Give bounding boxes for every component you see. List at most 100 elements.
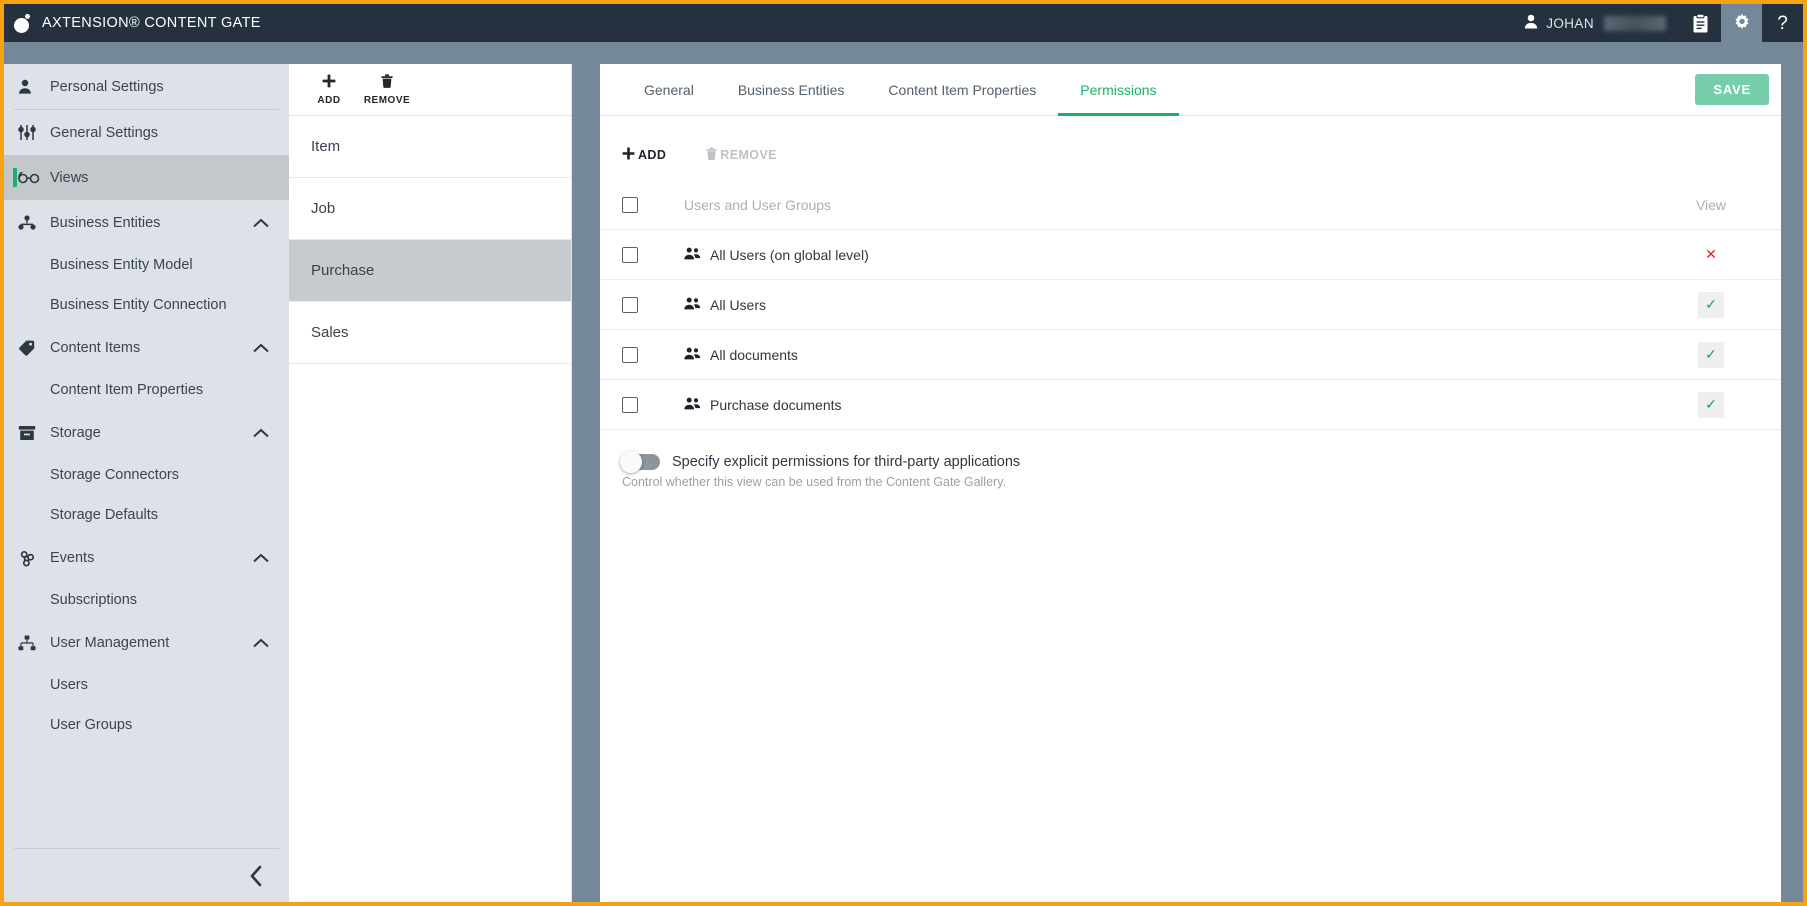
sidebar-item-general-settings[interactable]: General Settings [4,110,289,155]
permissions-section: ADD REMOVE Users and User Groups View Al… [600,116,1781,902]
row-checkbox[interactable] [622,296,638,313]
sidebar-sub-label: Subscriptions [50,592,138,608]
row-checkbox[interactable] [622,246,638,263]
row-checkbox[interactable] [622,396,638,413]
sidebar-item-business-entity-model[interactable]: Business Entity Model [4,245,289,285]
sidebar-scroll-region: Personal Settings General Settings Views… [4,64,289,848]
sidebar-item-views[interactable]: Views [4,155,289,200]
column-header-name-label: Users and User Groups [684,196,832,213]
add-view-button[interactable]: ADD [303,74,355,106]
table-row[interactable]: All Users (on global level) ✕ [600,230,1781,280]
tab-business-entities[interactable]: Business Entities [716,64,867,115]
row-select-cell [622,396,684,413]
sidebar-item-label: Views [50,169,89,186]
select-all-cell [622,196,684,213]
user-icon [1524,14,1538,32]
sidebar-item-storage-connectors[interactable]: Storage Connectors [4,455,289,495]
plus-icon [622,147,635,163]
header-actions: JOHAN ? [1514,4,1803,42]
chevron-up-icon[interactable] [253,218,269,228]
tab-label: Permissions [1080,81,1157,98]
sidebar-item-subscriptions[interactable]: Subscriptions [4,580,289,620]
third-party-toggle-label: Specify explicit permissions for third-p… [672,454,1021,470]
chevron-up-icon[interactable] [253,428,269,438]
sitemap-icon [18,635,46,651]
workspace: Personal Settings General Settings Views… [4,42,1803,902]
permission-allow-icon[interactable]: ✓ [1698,341,1724,368]
users-group-icon [684,247,701,263]
row-checkbox[interactable] [622,346,638,363]
permissions-table: Users and User Groups View All Users (on… [600,180,1781,430]
permission-allow-icon[interactable]: ✓ [1698,391,1724,418]
row-select-cell [622,296,684,313]
person-icon [18,79,46,94]
third-party-permissions-toggle[interactable] [620,451,660,473]
tab-general[interactable]: General [622,64,716,115]
trash-icon [706,147,717,163]
sidebar-sub-label: User Groups [50,717,133,733]
sidebar-item-storage[interactable]: Storage [4,410,289,455]
row-view-cell: ✕ [1641,242,1781,268]
plus-icon [322,74,336,93]
brand-area: AXTENSION® CONTENT GATE [4,13,261,33]
table-row[interactable]: All Users ✓ [600,280,1781,330]
sidebar-item-business-entity-connection[interactable]: Business Entity Connection [4,285,289,325]
row-name-cell: All documents [684,347,1641,363]
sidebar-item-user-groups[interactable]: User Groups [4,705,289,745]
add-permission-button[interactable]: ADD [622,147,666,163]
third-party-toggle-help: Control whether this view can be used fr… [622,475,1006,489]
user-menu[interactable]: JOHAN [1514,4,1680,42]
permission-deny-icon[interactable]: ✕ [1698,242,1724,268]
glasses-icon [18,171,46,184]
chevron-up-icon[interactable] [253,553,269,563]
sidebar-item-users[interactable]: Users [4,665,289,705]
tab-permissions[interactable]: Permissions [1058,64,1179,116]
sidebar-item-content-items[interactable]: Content Items [4,325,289,370]
select-all-checkbox[interactable] [622,196,638,213]
list-item-label: Item [311,138,341,155]
sidebar-sub-label: Business Entity Connection [50,297,227,313]
sidebar-item-business-entities[interactable]: Business Entities [4,200,289,245]
tab-content-item-properties[interactable]: Content Item Properties [866,64,1058,115]
list-item[interactable]: Sales [289,302,571,364]
save-button[interactable]: SAVE [1695,74,1769,105]
left-navigation-sidebar: Personal Settings General Settings Views… [4,64,289,902]
sidebar-item-user-management[interactable]: User Management [4,620,289,665]
row-select-cell [622,346,684,363]
list-item[interactable]: Job [289,178,571,240]
permission-allow-icon[interactable]: ✓ [1698,291,1724,318]
sidebar-item-label: Business Entities [50,214,161,231]
sidebar-item-personal-settings[interactable]: Personal Settings [4,64,289,109]
chevron-left-icon[interactable] [249,865,263,887]
webhook-icon [18,549,46,567]
remove-view-label: REMOVE [363,94,411,106]
users-group-icon [684,347,701,363]
sidebar-sub-label: Users [50,677,88,693]
list-item[interactable]: Item [289,116,571,178]
chevron-up-icon[interactable] [253,638,269,648]
table-header-row: Users and User Groups View [600,180,1781,230]
list-item[interactable]: Purchase [289,240,571,302]
help-question-icon[interactable]: ? [1762,4,1803,42]
row-view-cell: ✓ [1641,341,1781,368]
row-name-cell: Purchase documents [684,397,1641,413]
remove-permission-button[interactable]: REMOVE [706,147,777,163]
table-row[interactable]: All documents ✓ [600,330,1781,380]
sidebar-item-label: Content Items [50,339,141,356]
sidebar-sub-label: Content Item Properties [50,382,204,398]
tab-label: General [644,81,694,98]
sidebar-item-events[interactable]: Events [4,535,289,580]
column-header-view-label: View [1695,196,1727,213]
sidebar-item-storage-defaults[interactable]: Storage Defaults [4,495,289,535]
users-group-icon [684,297,701,313]
table-row[interactable]: Purchase documents ✓ [600,380,1781,430]
remove-view-button[interactable]: REMOVE [361,73,413,106]
top-header-bar: AXTENSION® CONTENT GATE JOHAN ? [4,4,1803,42]
chevron-up-icon[interactable] [253,343,269,353]
gear-icon[interactable] [1721,4,1762,42]
sidebar-item-content-item-properties[interactable]: Content Item Properties [4,370,289,410]
sidebar-sub-label: Storage Defaults [50,507,159,523]
list-item-label: Job [311,200,336,217]
clipboard-icon[interactable] [1680,4,1721,42]
list-item-label: Sales [311,324,349,341]
